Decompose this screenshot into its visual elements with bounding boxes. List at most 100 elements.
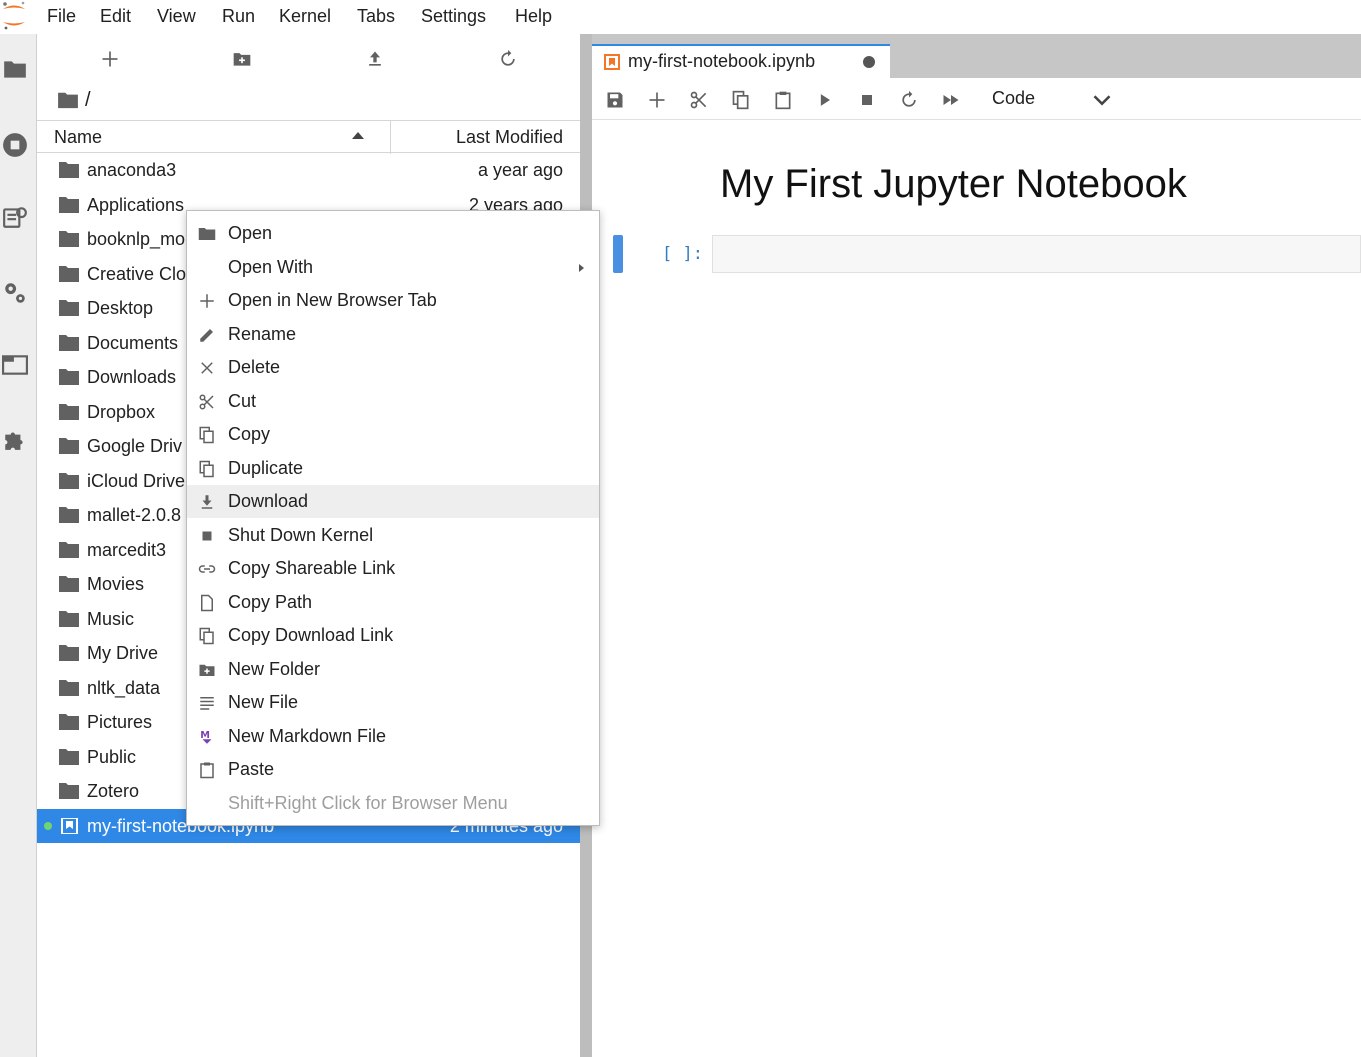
fast-forward-icon[interactable] xyxy=(939,88,963,112)
menu-kernel[interactable]: Kernel xyxy=(279,6,331,27)
context-menu: Open Open With Open in New Browser Tab Rena… xyxy=(186,210,600,826)
close-icon xyxy=(197,358,217,378)
text-file-icon xyxy=(197,693,217,713)
notebook-icon xyxy=(59,816,79,835)
breadcrumb[interactable]: / xyxy=(57,88,91,112)
notebook-toolbar: Code xyxy=(592,78,1361,120)
copy-icon xyxy=(197,626,217,646)
menu-settings[interactable]: Settings xyxy=(421,6,486,27)
menu-item-label: Copy Path xyxy=(228,591,313,612)
menu-item-shut-down-kernel[interactable]: Shut Down Kernel xyxy=(187,519,599,552)
menu-item-label: Copy Shareable Link xyxy=(228,558,396,578)
menu-item-label: New Markdown File xyxy=(228,725,387,746)
unsaved-dot-icon[interactable] xyxy=(863,56,875,68)
file-icon xyxy=(197,593,217,613)
file-row[interactable]: anaconda3 a year ago xyxy=(37,153,580,187)
edit-icon xyxy=(197,325,217,345)
paste-icon[interactable] xyxy=(771,88,795,112)
folder-icon xyxy=(59,162,79,178)
upload-icon[interactable] xyxy=(363,47,387,71)
folder-icon xyxy=(59,507,79,523)
refresh-icon[interactable] xyxy=(496,47,520,71)
menu-help[interactable]: Help xyxy=(515,6,552,27)
menu-item-open-with[interactable]: Open With xyxy=(187,251,599,284)
menu-tabs[interactable]: Tabs xyxy=(357,6,395,27)
menu-item-label: Open xyxy=(228,223,273,243)
insert-cell-icon[interactable] xyxy=(645,88,669,112)
file-name: Movies xyxy=(87,574,145,594)
menu-item-rename[interactable]: Rename xyxy=(187,318,599,351)
active-cell-indicator[interactable] xyxy=(613,235,623,273)
cut-icon[interactable] xyxy=(687,88,711,112)
file-modified: a year ago xyxy=(477,160,563,180)
file-name: marcedit3 xyxy=(87,539,167,560)
menu-item-download[interactable]: Download xyxy=(187,485,599,518)
sort-ascending-icon xyxy=(352,132,364,139)
menu-view[interactable]: View xyxy=(157,6,196,27)
chevron-down-icon[interactable] xyxy=(1092,90,1111,106)
restart-icon[interactable] xyxy=(897,88,921,112)
commands-icon[interactable] xyxy=(0,202,30,232)
file-name: Pictures xyxy=(87,712,153,732)
folder-icon xyxy=(59,196,79,213)
menu-item-label: Rename xyxy=(228,323,297,344)
caret-right-icon xyxy=(579,263,584,272)
menu-item-open-in-new-browser-tab[interactable]: Open in New Browser Tab xyxy=(187,284,599,317)
file-browser-toolbar xyxy=(37,34,580,84)
menu-item-shift-right-click-for-browser-menu: Shift+Right Click for Browser Menu xyxy=(187,787,599,820)
folder-icon xyxy=(59,231,79,247)
breadcrumb-root[interactable]: / xyxy=(85,89,91,112)
menu-item-copy-shareable-link[interactable]: Copy Shareable Link xyxy=(187,552,599,585)
menu-item-label: Open With xyxy=(228,256,314,277)
file-name: Downloads xyxy=(87,367,177,387)
column-modified-header[interactable]: Last Modified xyxy=(456,127,563,148)
folder-icon xyxy=(59,438,79,454)
menu-run[interactable]: Run xyxy=(222,6,255,27)
tab-notebook[interactable]: my-first-notebook.ipynb xyxy=(592,44,890,78)
new-folder-icon xyxy=(197,660,217,680)
file-name: Applications xyxy=(87,194,185,215)
menu-item-label: Shift+Right Click for Browser Menu xyxy=(228,792,508,813)
folder-icon xyxy=(58,92,78,109)
menu-item-cut[interactable]: Cut xyxy=(187,385,599,418)
cell-type-select[interactable]: Code xyxy=(992,88,1035,109)
new-launcher-icon[interactable] xyxy=(98,47,122,71)
menu-edit[interactable]: Edit xyxy=(100,6,131,27)
menu-item-label: Cut xyxy=(228,390,257,411)
notebook-icon xyxy=(604,54,620,70)
menu-item-label: Open in New Browser Tab xyxy=(228,290,437,310)
menu-item-new-file[interactable]: New File xyxy=(187,686,599,719)
menu-item-open[interactable]: Open xyxy=(187,217,599,250)
menu-item-label: Paste xyxy=(228,759,275,779)
folder-icon[interactable] xyxy=(0,54,30,84)
menu-item-paste[interactable]: Paste xyxy=(187,753,599,786)
property-inspector-icon[interactable] xyxy=(0,278,30,308)
extension-icon[interactable] xyxy=(0,424,30,454)
menu-item-label: Copy Download Link xyxy=(228,625,394,645)
notebook-heading[interactable]: My First Jupyter Notebook xyxy=(720,162,1187,207)
run-icon[interactable] xyxy=(813,88,837,112)
new-folder-icon[interactable] xyxy=(230,47,254,71)
folder-icon xyxy=(59,541,79,558)
link-icon xyxy=(197,559,217,579)
column-name-header[interactable]: Name xyxy=(54,127,102,148)
menu-item-new-folder[interactable]: New Folder xyxy=(187,653,599,686)
column-divider[interactable] xyxy=(390,121,391,154)
code-cell-input[interactable] xyxy=(712,235,1361,273)
menu-item-duplicate[interactable]: Duplicate xyxy=(187,452,599,485)
menu-file[interactable]: File xyxy=(47,6,76,27)
menu-item-new-markdown-file[interactable]: M New Markdown File xyxy=(187,720,599,753)
save-icon[interactable] xyxy=(603,88,627,112)
tab-bar: my-first-notebook.ipynb xyxy=(592,34,1361,78)
menu-item-copy-download-link[interactable]: Copy Download Link xyxy=(187,619,599,652)
menu-item-delete[interactable]: Delete xyxy=(187,351,599,384)
cut-icon xyxy=(197,392,217,412)
copy-icon[interactable] xyxy=(729,88,753,112)
menu-item-copy[interactable]: Copy xyxy=(187,418,599,451)
menu-bar: File Edit View Run Kernel Tabs Settings … xyxy=(0,0,1361,34)
tabs-icon[interactable] xyxy=(0,350,30,380)
running-icon[interactable] xyxy=(0,130,30,160)
menu-item-copy-path[interactable]: Copy Path xyxy=(187,586,599,619)
stop-icon[interactable] xyxy=(855,88,879,112)
menu-item-label: Delete xyxy=(228,357,281,377)
